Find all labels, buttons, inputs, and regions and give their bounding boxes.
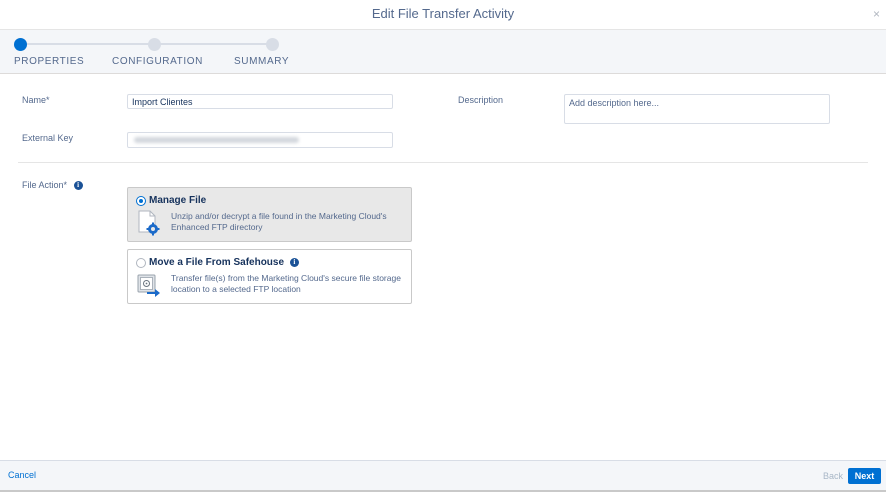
dialog-title: Edit File Transfer Activity: [371, 6, 515, 21]
dialog-header: Edit File Transfer Activity ×: [0, 0, 886, 30]
external-key-redacted: [134, 137, 299, 143]
file-action-label-text: File Action*: [22, 180, 68, 190]
step-label-properties[interactable]: PROPERTIES: [14, 56, 84, 67]
file-action-label: File Action* i: [22, 180, 83, 191]
file-action-option-safehouse[interactable]: Move a File From Safehouse i Transfer fi…: [127, 249, 412, 304]
stepper-track-1: [20, 43, 154, 45]
safehouse-title: Move a File From Safehouse i: [149, 257, 299, 268]
external-key-label: External Key: [22, 133, 74, 143]
progress-stepper: PROPERTIES CONFIGURATION SUMMARY: [0, 30, 886, 74]
name-label: Name*: [22, 95, 50, 105]
external-key-input[interactable]: [127, 132, 393, 148]
back-button[interactable]: Back: [823, 471, 843, 481]
step-dot-summary[interactable]: [266, 38, 279, 51]
step-label-configuration[interactable]: CONFIGURATION: [112, 56, 203, 67]
manage-file-title: Manage File: [149, 195, 207, 206]
description-label: Description: [458, 95, 504, 105]
info-icon[interactable]: i: [73, 181, 83, 191]
safehouse-description: Transfer file(s) from the Marketing Clou…: [171, 273, 401, 294]
step-dot-configuration[interactable]: [148, 38, 161, 51]
step-label-summary[interactable]: SUMMARY: [234, 56, 289, 67]
file-action-option-manage-file[interactable]: Manage File Unzip and/or decrypt a file …: [127, 187, 412, 242]
safehouse-title-text: Move a File From Safehouse: [149, 257, 285, 268]
close-icon[interactable]: ×: [873, 8, 880, 20]
description-textarea[interactable]: [564, 94, 830, 124]
safehouse-info-icon[interactable]: i: [289, 257, 299, 267]
name-input[interactable]: [127, 94, 393, 109]
manage-file-radio[interactable]: [136, 196, 146, 206]
cancel-button[interactable]: Cancel: [8, 470, 36, 480]
safe-arrow-icon: [137, 274, 160, 297]
dialog-footer: Cancel Back Next: [0, 460, 886, 492]
stepper-track-2: [154, 43, 272, 45]
file-gear-icon: [138, 210, 160, 236]
next-button[interactable]: Next: [848, 468, 881, 484]
safehouse-radio[interactable]: [136, 258, 146, 268]
manage-file-description: Unzip and/or decrypt a file found in the…: [171, 211, 387, 232]
section-divider: [18, 162, 868, 163]
step-dot-properties[interactable]: [14, 38, 27, 51]
